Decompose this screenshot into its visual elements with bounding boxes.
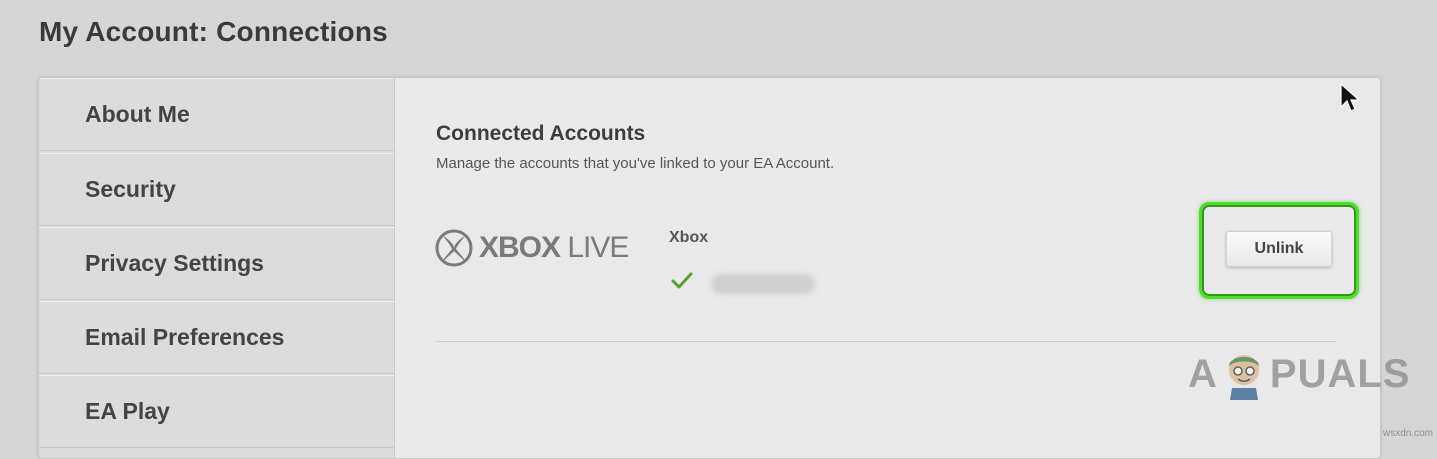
account-panel: About Me Security Privacy Settings Email… bbox=[38, 77, 1381, 459]
sidebar-item-ea-play[interactable]: EA Play bbox=[39, 375, 394, 448]
sidebar-item-privacy-settings[interactable]: Privacy Settings bbox=[39, 227, 394, 300]
sidebar-item-email-preferences[interactable]: Email Preferences bbox=[39, 301, 394, 374]
sidebar-item-label: Security bbox=[85, 176, 176, 202]
account-provider-name: Xbox bbox=[669, 229, 709, 246]
sidebar-item-label: Email Preferences bbox=[85, 324, 285, 350]
section-divider bbox=[436, 341, 1336, 342]
sidebar: About Me Security Privacy Settings Email… bbox=[39, 78, 395, 458]
sidebar-item-label: Privacy Settings bbox=[85, 250, 264, 276]
sidebar-item-label: EA Play bbox=[85, 398, 170, 424]
site-watermark: wsxdn.com bbox=[1383, 428, 1434, 439]
sidebar-item-security[interactable]: Security bbox=[39, 153, 394, 226]
appuals-watermark: A PUALS bbox=[1188, 348, 1410, 400]
section-title: Connected Accounts bbox=[436, 122, 646, 145]
unlink-button[interactable]: Unlink bbox=[1226, 231, 1332, 267]
section-description: Manage the accounts that you've linked t… bbox=[436, 155, 835, 172]
check-icon bbox=[671, 272, 693, 289]
page-title: My Account: Connections bbox=[39, 16, 388, 47]
mascot-icon bbox=[1228, 355, 1259, 400]
sidebar-item-about-me[interactable]: About Me bbox=[39, 78, 394, 151]
blurred-gamertag bbox=[711, 274, 815, 294]
xbox-live-logo: XBOX LIVE bbox=[435, 228, 629, 268]
mouse-cursor-icon bbox=[1340, 83, 1360, 112]
xbox-icon bbox=[435, 229, 473, 267]
connections-content: Connected Accounts Manage the accounts t… bbox=[395, 78, 1380, 458]
sidebar-item-label: About Me bbox=[85, 101, 190, 127]
xbox-live-wordmark: XBOX LIVE bbox=[479, 231, 629, 264]
